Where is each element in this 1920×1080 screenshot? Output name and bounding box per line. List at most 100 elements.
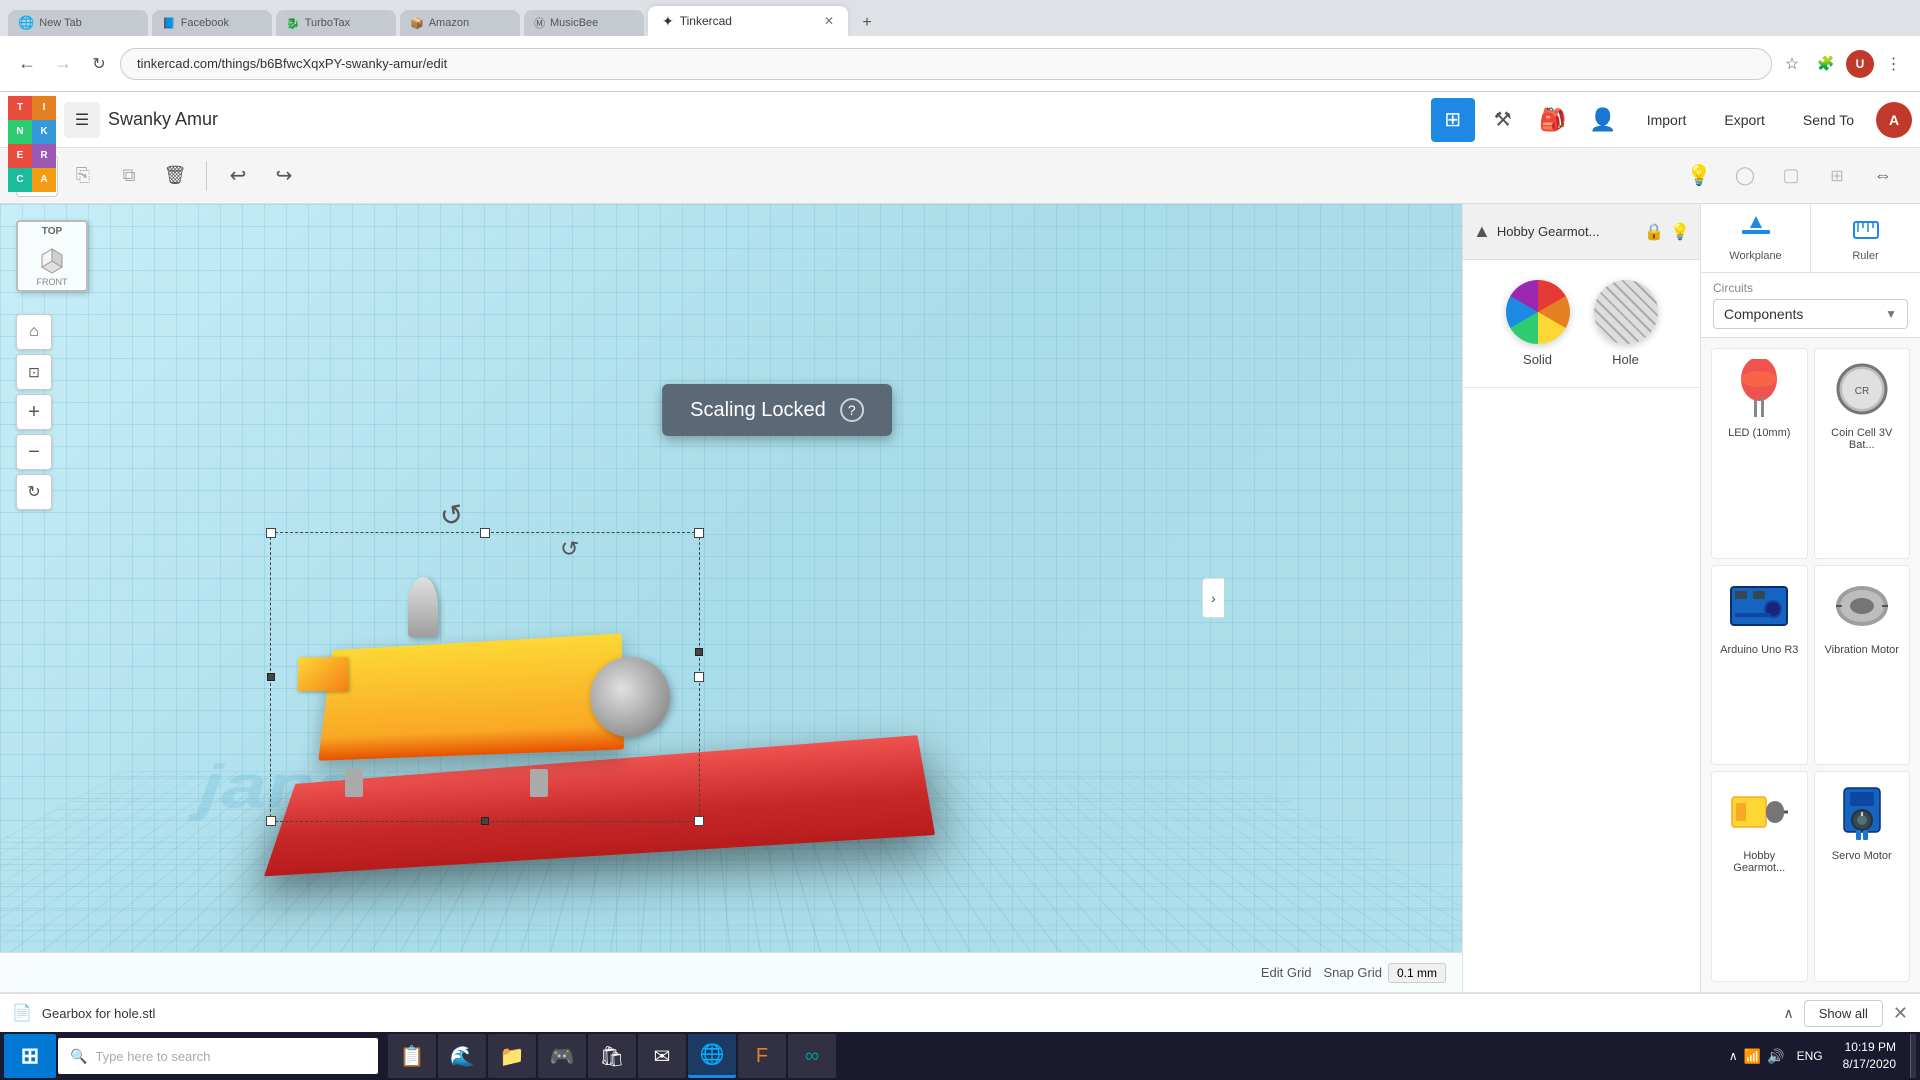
tab-active-tinkercad[interactable]: ✦ Tinkercad ✕ [648, 6, 848, 36]
view-cube[interactable]: TOP FRONT [16, 220, 96, 300]
profile-btn[interactable]: U [1846, 50, 1874, 78]
prop-expand-btn[interactable]: ▲ [1473, 221, 1491, 242]
snap-grid-value-btn[interactable]: 0.1 mm [1388, 963, 1446, 983]
new-tab-btn[interactable]: + [852, 10, 882, 36]
tray-clock[interactable]: 10:19 PM 8/17/2020 [1835, 1039, 1904, 1073]
show-desktop-btn[interactable] [1910, 1034, 1916, 1078]
workplane-btn[interactable]: Workplane [1701, 204, 1811, 272]
copy-btn[interactable]: ⎘ [62, 155, 104, 197]
logo-i: I [32, 96, 56, 120]
align-btn[interactable]: ⊞ [1816, 155, 1858, 197]
tab-inactive-1[interactable]: 🌐New Tab [8, 10, 148, 36]
tray-network[interactable]: 📶 [1744, 1048, 1761, 1065]
snap-grid-control: Snap Grid 0.1 mm [1323, 963, 1446, 983]
motor-leg-1 [345, 769, 363, 797]
viewport[interactable]: jane TOP FRONT ⌂ [0, 204, 1462, 992]
taskbar-app-mail[interactable]: ✉ [638, 1034, 686, 1078]
taskbar-app-arduino[interactable]: ∞ [788, 1034, 836, 1078]
menu-btn[interactable]: ⋮ [1880, 50, 1908, 78]
component-servo-motor[interactable]: Servo Motor [1814, 771, 1911, 982]
reload-btn[interactable]: ↻ [84, 49, 114, 79]
tab-inactive-4[interactable]: 📦Amazon [400, 10, 520, 36]
hole-option[interactable]: Hole [1594, 280, 1658, 367]
duplicate-btn[interactable]: ⧉ [108, 155, 150, 197]
browser-toolbar: ← → ↻ ☆ 🧩 U ⋮ [0, 36, 1920, 92]
solid-option[interactable]: Solid [1506, 280, 1570, 367]
url-bar[interactable] [120, 48, 1772, 80]
led-label: LED (10mm) [1728, 427, 1790, 439]
taskbar-app-task-manager[interactable]: 📋 [388, 1034, 436, 1078]
avatar[interactable]: A [1876, 102, 1912, 138]
search-icon: 🔍 [70, 1048, 87, 1065]
undo-btn[interactable]: ↩ [217, 155, 259, 197]
import-btn[interactable]: Import [1631, 104, 1703, 136]
export-btn[interactable]: Export [1708, 104, 1780, 136]
tab-inactive-5[interactable]: ⓂMusicBee [524, 10, 644, 36]
shape1-btn[interactable]: ◯ [1724, 155, 1766, 197]
taskbar-app-steam[interactable]: 🎮 [538, 1034, 586, 1078]
zoom-in-btn[interactable]: + [16, 394, 52, 430]
shape2-btn[interactable]: ▢ [1770, 155, 1812, 197]
component-hobby-gearmotor[interactable]: Hobby Gearmot... [1711, 771, 1808, 982]
fit-view-btn[interactable]: ⊡ [16, 354, 52, 390]
grid-view-btn[interactable]: ⊞ [1431, 98, 1475, 142]
scaling-help-icon[interactable]: ? [840, 398, 864, 422]
taskbar-app-edge[interactable]: 🌊 [438, 1034, 486, 1078]
taskbar: ⊞ 🔍 Type here to search 📋 🌊 📁 🎮 🛍 ✉ 🌐 F … [0, 1032, 1920, 1080]
hamburger-btn[interactable]: ☰ [64, 102, 100, 138]
motor-box-yellow [318, 633, 624, 760]
bookmark-btn[interactable]: ☆ [1778, 50, 1806, 78]
component-coin-cell[interactable]: CR Coin Cell 3V Bat... [1814, 348, 1911, 559]
redo-btn[interactable]: ↪ [263, 155, 305, 197]
extensions-btn[interactable]: 🧩 [1812, 50, 1840, 78]
scaling-locked-notification[interactable]: Scaling Locked ? [662, 384, 892, 436]
tray-volume[interactable]: 🔊 [1767, 1048, 1784, 1065]
tinkercad-logo[interactable]: T I N K E R C A [8, 96, 56, 144]
section-dropdown[interactable]: Components ▼ [1713, 299, 1908, 329]
add-user-btn[interactable]: 👤 [1581, 98, 1625, 142]
workplane-label: Workplane [1729, 250, 1781, 262]
component-vibration-motor[interactable]: Vibration Motor [1814, 565, 1911, 764]
send-to-btn[interactable]: Send To [1787, 104, 1870, 136]
home-view-btn[interactable]: ⌂ [16, 314, 52, 350]
components-grid: LED (10mm) CR Coin Cell 3V Bat... [1701, 338, 1920, 992]
taskbar-app-chrome[interactable]: 🌐 [688, 1034, 736, 1078]
cube-3d-icon [34, 239, 70, 275]
status-bar: 📄 Gearbox for hole.stl ∧ Show all ✕ [0, 992, 1920, 1032]
collapse-properties-btn[interactable]: › [1202, 578, 1224, 618]
tools-btn[interactable]: ⚒ [1481, 98, 1525, 142]
start-btn[interactable]: ⊞ [4, 1034, 56, 1078]
snap-grid-label: Snap Grid [1323, 965, 1382, 980]
taskbar-apps: 📋 🌊 📁 🎮 🛍 ✉ 🌐 F ∞ [380, 1034, 844, 1078]
cube-display[interactable]: TOP FRONT [16, 220, 88, 292]
solid-circle [1506, 280, 1570, 344]
status-close-btn[interactable]: ✕ [1893, 1004, 1908, 1022]
tray-language[interactable]: ENG [1791, 1049, 1829, 1063]
forward-btn[interactable]: → [48, 49, 78, 79]
search-bar[interactable]: 🔍 Type here to search [58, 1038, 378, 1074]
ruler-btn[interactable]: Ruler [1811, 204, 1920, 272]
delete-btn[interactable]: 🗑 [154, 155, 196, 197]
component-arduino[interactable]: Arduino Uno R3 [1711, 565, 1808, 764]
taskbar-app-explorer[interactable]: 📁 [488, 1034, 536, 1078]
prop-visible-btn[interactable]: 💡 [1670, 222, 1690, 242]
prop-lock-btn[interactable]: 🔒 [1644, 222, 1664, 242]
taskbar-app-store[interactable]: 🛍 [588, 1034, 636, 1078]
taskbar-app-f360[interactable]: F [738, 1034, 786, 1078]
light-btn[interactable]: 💡 [1678, 155, 1720, 197]
back-btn[interactable]: ← [12, 49, 42, 79]
orient-btn[interactable]: ↻ [16, 474, 52, 510]
mirror-btn[interactable]: ⇔ [1862, 155, 1904, 197]
tray-chevron[interactable]: ∧ [1729, 1049, 1738, 1063]
bag-btn[interactable]: 🎒 [1531, 98, 1575, 142]
motor-rear-cylinder [590, 657, 670, 737]
tab-inactive-3[interactable]: 🐉TurboTax [276, 10, 396, 36]
component-led[interactable]: LED (10mm) [1711, 348, 1808, 559]
hobby-gearmotor-image [1727, 780, 1791, 844]
edit-grid-btn[interactable]: Edit Grid [1261, 965, 1312, 980]
status-collapse-btn[interactable]: ∧ [1784, 1005, 1794, 1022]
zoom-out-btn[interactable]: − [16, 434, 52, 470]
tab-inactive-2[interactable]: 📘Facebook [152, 10, 272, 36]
tab-close-icon[interactable]: ✕ [824, 14, 834, 28]
show-all-btn[interactable]: Show all [1804, 1000, 1883, 1027]
